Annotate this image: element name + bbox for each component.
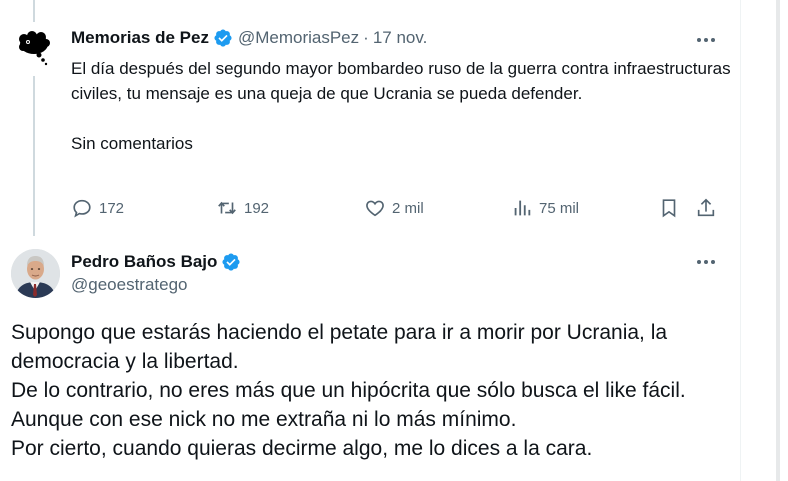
tweet-parent-header: Memorias de Pez @MemoriasPez · 17 nov. bbox=[71, 28, 427, 48]
more-dots-icon bbox=[697, 38, 715, 42]
author-handle[interactable]: @MemoriasPez bbox=[238, 28, 359, 48]
thread-line bbox=[33, 76, 35, 236]
more-options-button[interactable] bbox=[694, 252, 718, 272]
column-border bbox=[740, 0, 741, 481]
share-button[interactable] bbox=[695, 196, 717, 220]
repost-count: 192 bbox=[244, 199, 270, 217]
avatar-pedro-banos[interactable] bbox=[11, 249, 60, 298]
repost-icon bbox=[218, 201, 236, 215]
author-handle[interactable]: @geoestratego bbox=[71, 275, 188, 295]
more-options-button[interactable] bbox=[694, 30, 718, 50]
tweet-actions-bar: 172 192 2 mil 75 mil bbox=[71, 196, 721, 220]
views-count: 75 mil bbox=[539, 199, 580, 217]
avatar-memorias-de-pez[interactable] bbox=[14, 27, 56, 69]
more-dots-icon bbox=[697, 260, 715, 264]
tweet-reply-text: Supongo que estarás haciendo el petate p… bbox=[11, 321, 686, 460]
reply-bubble-icon bbox=[73, 199, 91, 218]
profile-photo-avatar bbox=[11, 249, 60, 298]
verified-badge-icon[interactable] bbox=[213, 28, 233, 48]
reply-button[interactable]: 172 bbox=[71, 196, 124, 220]
separator-dot: · bbox=[363, 28, 369, 47]
reply-count: 172 bbox=[99, 199, 125, 217]
bar-chart-icon bbox=[514, 200, 531, 216]
repost-button[interactable]: 192 bbox=[216, 196, 269, 220]
verified-badge-icon[interactable] bbox=[221, 252, 241, 272]
tweet-date[interactable]: 17 nov. bbox=[373, 28, 428, 48]
views-button[interactable]: 75 mil bbox=[511, 196, 579, 220]
author-name[interactable]: Pedro Baños Bajo bbox=[71, 252, 217, 272]
bookmark-button[interactable] bbox=[658, 196, 680, 220]
share-upload-icon bbox=[697, 198, 715, 217]
author-name[interactable]: Memorias de Pez bbox=[71, 28, 209, 48]
thread-line-top bbox=[33, 0, 35, 22]
tweet-parent-text: El día después del segundo mayor bombard… bbox=[71, 59, 731, 153]
like-button[interactable]: 2 mil bbox=[364, 196, 424, 220]
heart-icon bbox=[366, 200, 384, 217]
bookmark-icon bbox=[662, 199, 676, 218]
black-fish-cloud-icon bbox=[19, 31, 50, 66]
scrollbar[interactable] bbox=[776, 0, 780, 481]
tweet-reply-header: Pedro Baños Bajo bbox=[71, 252, 246, 272]
like-count: 2 mil bbox=[392, 199, 424, 217]
